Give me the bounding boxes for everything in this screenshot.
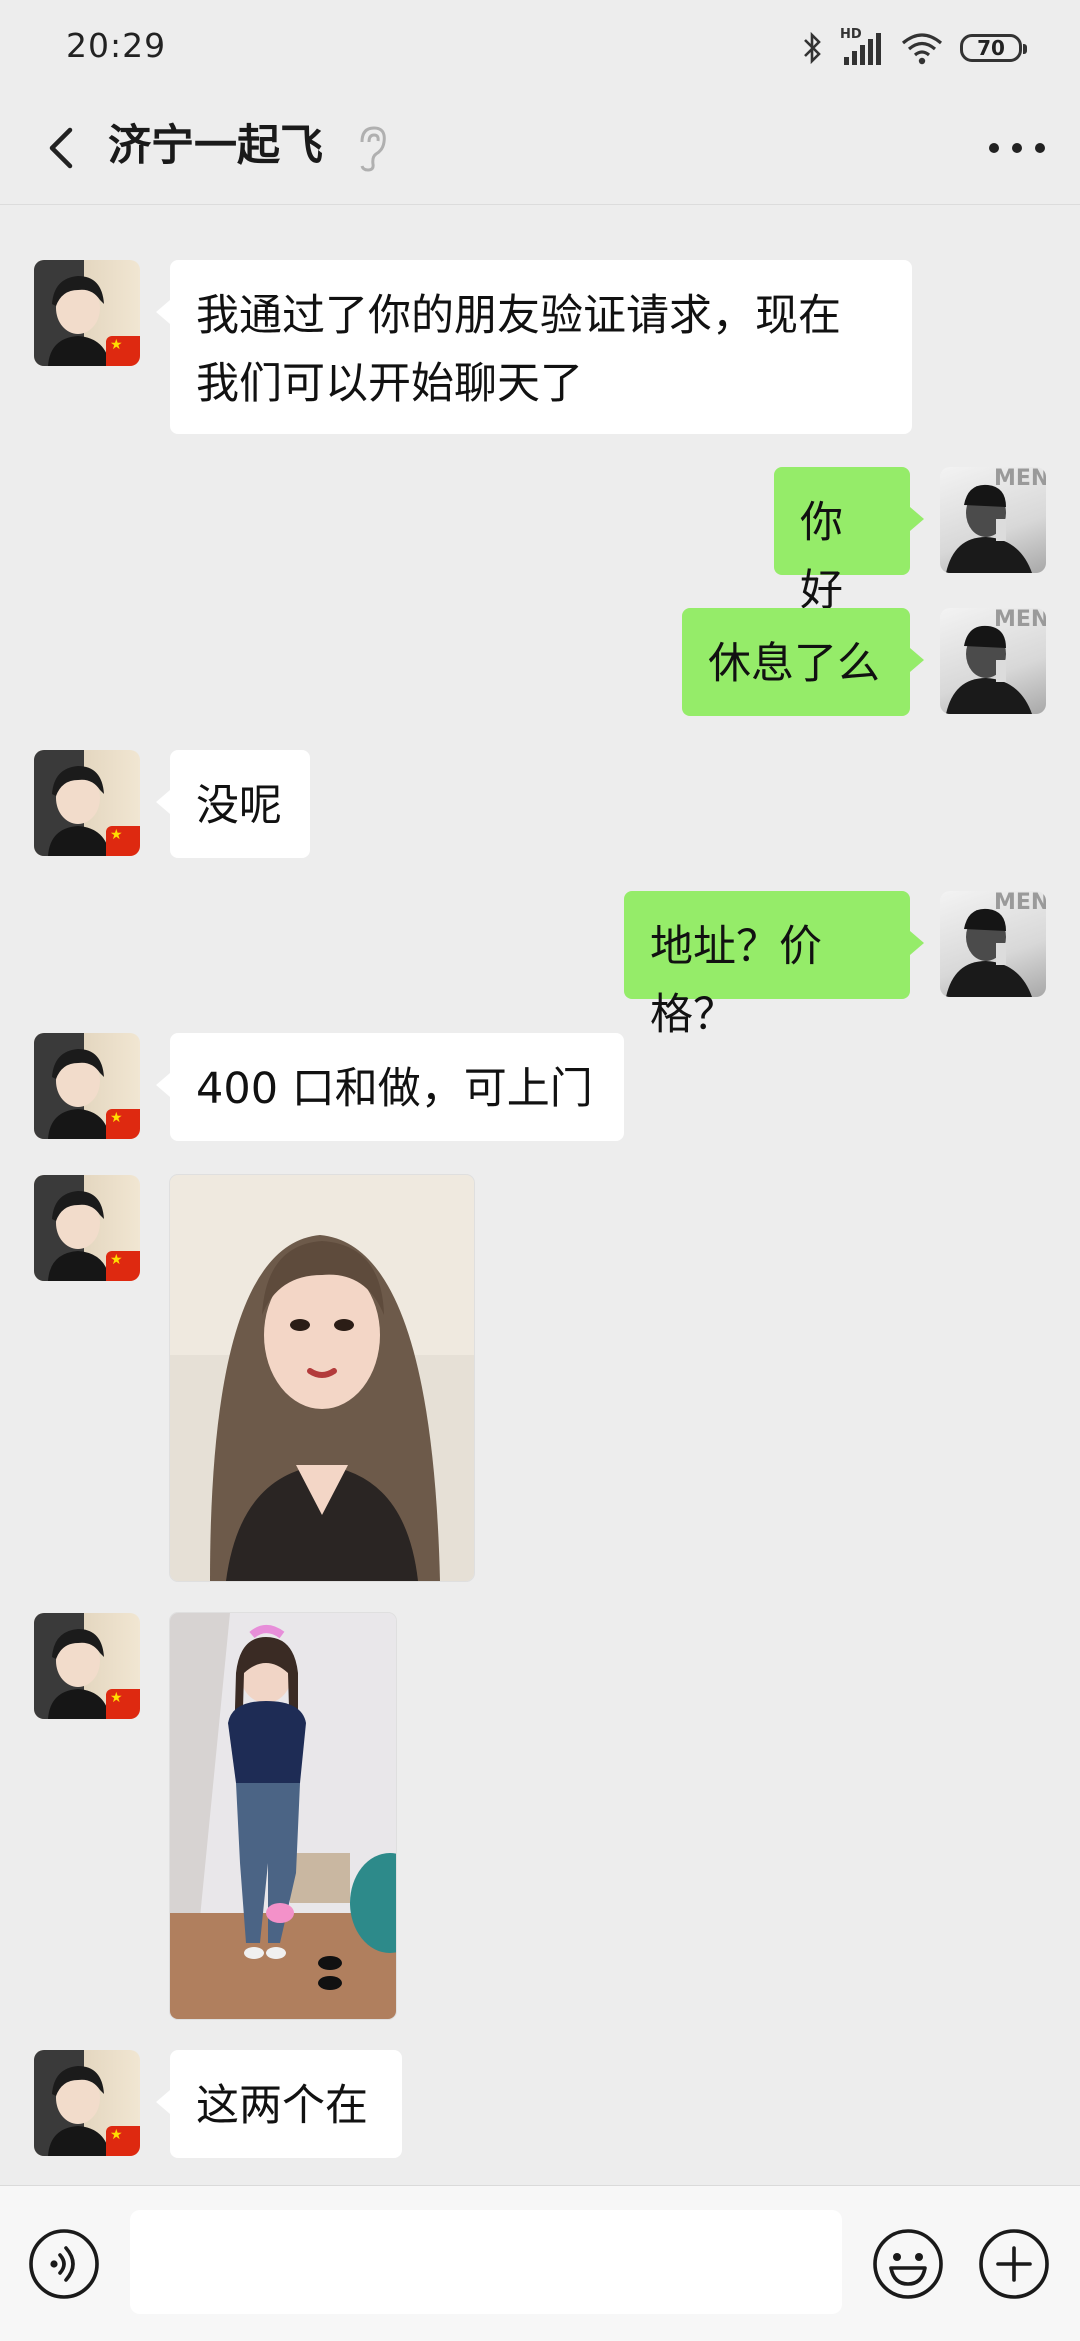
message-list[interactable]: 我通过了你的朋友验证请求，现在 我们可以开始聊天了 你好 MEN 休息了么 ME… <box>0 205 1080 2185</box>
avatar[interactable] <box>34 750 140 856</box>
photo-message[interactable] <box>170 1613 396 2019</box>
message-bubble[interactable]: 地址？价格？ <box>624 891 924 1040</box>
message-row: 400 口和做，可上门 <box>0 1033 1080 1143</box>
photo-message[interactable] <box>170 1175 474 1581</box>
message-bubble[interactable]: 400 口和做，可上门 <box>156 1033 624 1141</box>
flag-icon <box>106 336 140 366</box>
avatar-logo-text: MEN <box>994 891 1046 915</box>
message-row: 这两个在 <box>0 2050 1080 2160</box>
flag-icon <box>106 1689 140 1719</box>
message-bubble[interactable]: 你好 <box>774 467 924 616</box>
more-dots-icon[interactable] <box>982 118 1052 178</box>
chat-header: 济宁一起飞 <box>0 96 1080 205</box>
avatar[interactable] <box>34 1175 140 1281</box>
emoji-icon[interactable] <box>870 2226 946 2302</box>
flag-icon <box>106 1109 140 1139</box>
flag-icon <box>106 2126 140 2156</box>
message-input[interactable] <box>130 2210 842 2314</box>
message-row: 我通过了你的朋友验证请求，现在 我们可以开始聊天了 <box>0 260 1080 440</box>
battery-indicator: 70 <box>960 34 1027 62</box>
status-time: 20:29 <box>66 26 167 65</box>
avatar[interactable]: MEN <box>940 608 1046 714</box>
status-bar: 20:29 HD 70 <box>0 0 1080 96</box>
plus-icon[interactable] <box>976 2226 1052 2302</box>
chat-title: 济宁一起飞 <box>108 121 323 171</box>
flag-icon <box>106 1251 140 1281</box>
avatar[interactable] <box>34 260 140 366</box>
input-bar <box>0 2185 1080 2341</box>
avatar[interactable]: MEN <box>940 891 1046 997</box>
avatar[interactable]: MEN <box>940 467 1046 573</box>
bluetooth-icon <box>804 31 821 65</box>
signal-icon: HD <box>840 27 884 65</box>
avatar[interactable] <box>34 1613 140 1719</box>
message-row <box>0 1175 1080 1585</box>
avatar[interactable] <box>34 2050 140 2156</box>
message-row <box>0 1613 1080 2023</box>
message-bubble[interactable]: 我通过了你的朋友验证请求，现在 我们可以开始聊天了 <box>156 260 912 434</box>
status-icons: HD 70 <box>802 24 1027 72</box>
message-row: 地址？价格？ MEN <box>0 891 1080 1040</box>
avatar-logo-text: MEN <box>994 467 1046 491</box>
message-bubble[interactable]: 休息了么 <box>682 608 924 716</box>
avatar[interactable] <box>34 1033 140 1139</box>
wifi-icon <box>901 33 943 65</box>
flag-icon <box>106 826 140 856</box>
message-bubble[interactable]: 这两个在 <box>156 2050 402 2158</box>
message-row: 没呢 <box>0 750 1080 860</box>
message-bubble[interactable]: 没呢 <box>156 750 310 858</box>
ear-icon <box>360 126 386 172</box>
chevron-left-icon[interactable] <box>30 116 94 180</box>
message-row: 你好 MEN <box>0 467 1080 616</box>
voice-icon[interactable] <box>26 2226 102 2302</box>
avatar-logo-text: MEN <box>994 608 1046 632</box>
message-row: 休息了么 MEN <box>0 608 1080 718</box>
